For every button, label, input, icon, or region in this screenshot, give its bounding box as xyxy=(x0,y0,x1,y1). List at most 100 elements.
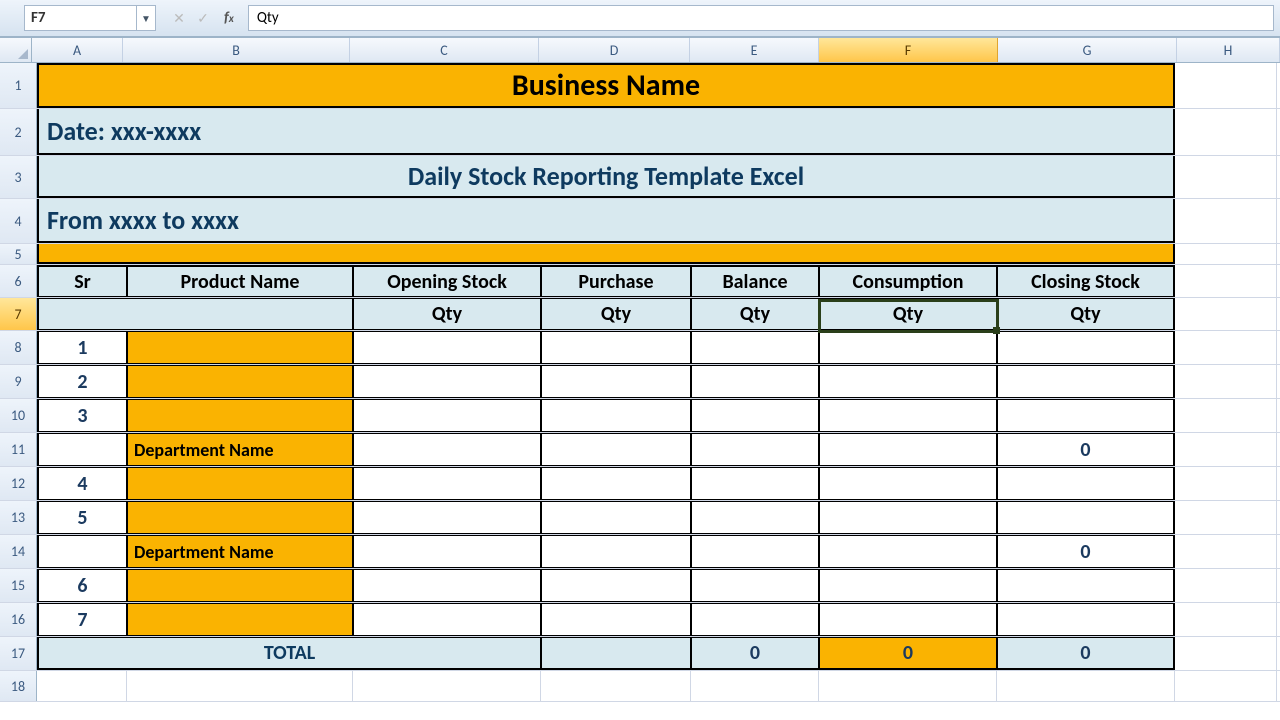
cancel-icon[interactable]: ✕ xyxy=(170,10,188,27)
cell-opening-9[interactable] xyxy=(353,365,541,398)
cell-A18[interactable] xyxy=(37,671,127,701)
cell-H15[interactable] xyxy=(1175,569,1277,602)
cell-consumption-16[interactable] xyxy=(819,603,997,636)
cell-hdr-product[interactable]: Product Name xyxy=(127,265,353,297)
cell-balance-8[interactable] xyxy=(691,331,819,364)
cell-product-12[interactable] xyxy=(127,467,353,500)
cell-H12[interactable] xyxy=(1175,467,1277,500)
cell-opening-11[interactable] xyxy=(353,433,541,466)
cell-H8[interactable] xyxy=(1175,331,1277,364)
cell-balance-13[interactable] xyxy=(691,501,819,534)
cell-opening-13[interactable] xyxy=(353,501,541,534)
cell-subhdr-blank[interactable] xyxy=(37,298,353,330)
cell-purchase-16[interactable] xyxy=(541,603,691,636)
cell-total-closing[interactable]: 0 xyxy=(997,637,1175,670)
cell-subtitle[interactable]: Daily Stock Reporting Template Excel xyxy=(37,156,1175,198)
cell-B18[interactable] xyxy=(127,671,353,701)
grid[interactable]: A B C D E F G H 1 Business Name 2 Date: … xyxy=(0,38,1280,702)
cell-purchase-11[interactable] xyxy=(541,433,691,466)
cell-H17[interactable] xyxy=(1175,637,1277,670)
cell-consumption-15[interactable] xyxy=(819,569,997,602)
col-header-H[interactable]: H xyxy=(1177,38,1280,62)
cell-hdr-sr[interactable]: Sr xyxy=(37,265,127,297)
row-header-13[interactable]: 13 xyxy=(0,501,37,534)
cell-H6[interactable] xyxy=(1175,265,1277,297)
cell-total-consumption[interactable]: 0 xyxy=(819,637,997,670)
cell-balance-9[interactable] xyxy=(691,365,819,398)
cell-opening-16[interactable] xyxy=(353,603,541,636)
cell-purchase-15[interactable] xyxy=(541,569,691,602)
cell-opening-14[interactable] xyxy=(353,535,541,568)
select-all-corner[interactable] xyxy=(0,38,32,62)
cell-purchase-9[interactable] xyxy=(541,365,691,398)
row-header-4[interactable]: 4 xyxy=(0,199,37,243)
cell-opening-15[interactable] xyxy=(353,569,541,602)
cell-H2[interactable] xyxy=(1175,109,1277,155)
cell-H3[interactable] xyxy=(1175,156,1277,198)
cell-spacer[interactable] xyxy=(37,244,1175,264)
cell-product-16[interactable] xyxy=(127,603,353,636)
cell-product-8[interactable] xyxy=(127,331,353,364)
row-header-10[interactable]: 10 xyxy=(0,399,37,432)
name-box[interactable]: F7 ▼ xyxy=(24,5,156,31)
cell-title[interactable]: Business Name xyxy=(37,63,1175,108)
cell-balance-16[interactable] xyxy=(691,603,819,636)
cell-balance-15[interactable] xyxy=(691,569,819,602)
cell-closing-16[interactable] xyxy=(997,603,1175,636)
cell-H5[interactable] xyxy=(1175,244,1277,264)
cell-product-13[interactable] xyxy=(127,501,353,534)
cell-consumption-8[interactable] xyxy=(819,331,997,364)
cell-purchase-14[interactable] xyxy=(541,535,691,568)
cell-balance-12[interactable] xyxy=(691,467,819,500)
cell-product-10[interactable] xyxy=(127,399,353,432)
cell-sr-9[interactable]: 2 xyxy=(37,365,127,398)
cell-sr-11[interactable] xyxy=(37,433,127,466)
row-header-11[interactable]: 11 xyxy=(0,433,37,466)
row-header-16[interactable]: 16 xyxy=(0,603,37,636)
cell-hdr-opening[interactable]: Opening Stock xyxy=(353,265,541,297)
cell-consumption-11[interactable] xyxy=(819,433,997,466)
row-header-5[interactable]: 5 xyxy=(0,244,37,264)
fx-icon[interactable]: fx xyxy=(224,9,234,27)
cell-hdr-balance[interactable]: Balance xyxy=(691,265,819,297)
cell-subhdr-purchase[interactable]: Qty xyxy=(541,298,691,330)
row-header-7[interactable]: 7 xyxy=(0,298,37,330)
cell-sr-13[interactable]: 5 xyxy=(37,501,127,534)
cell-purchase-10[interactable] xyxy=(541,399,691,432)
col-header-G[interactable]: G xyxy=(998,38,1177,62)
cell-total-balance[interactable]: 0 xyxy=(691,637,819,670)
row-header-1[interactable]: 1 xyxy=(0,63,37,108)
formula-input[interactable]: Qty xyxy=(248,5,1274,31)
cell-H13[interactable] xyxy=(1175,501,1277,534)
col-header-B[interactable]: B xyxy=(123,38,350,62)
cell-D18[interactable] xyxy=(541,671,691,701)
cell-closing-15[interactable] xyxy=(997,569,1175,602)
col-header-D[interactable]: D xyxy=(539,38,690,62)
cell-balance-11[interactable] xyxy=(691,433,819,466)
cell-sr-8[interactable]: 1 xyxy=(37,331,127,364)
row-header-12[interactable]: 12 xyxy=(0,467,37,500)
cell-purchase-12[interactable] xyxy=(541,467,691,500)
col-header-F[interactable]: F xyxy=(819,38,998,62)
cell-range[interactable]: From xxxx to xxxx xyxy=(37,199,1175,243)
cell-H16[interactable] xyxy=(1175,603,1277,636)
row-header-9[interactable]: 9 xyxy=(0,365,37,398)
row-header-2[interactable]: 2 xyxy=(0,109,37,155)
cell-date[interactable]: Date: xxx-xxxx xyxy=(37,109,1175,155)
cell-opening-12[interactable] xyxy=(353,467,541,500)
cell-total-label[interactable]: TOTAL xyxy=(37,637,541,670)
cell-H4[interactable] xyxy=(1175,199,1277,243)
cell-closing-12[interactable] xyxy=(997,467,1175,500)
enter-icon[interactable]: ✓ xyxy=(194,10,212,27)
cell-product-15[interactable] xyxy=(127,569,353,602)
cell-closing-9[interactable] xyxy=(997,365,1175,398)
cell-opening-10[interactable] xyxy=(353,399,541,432)
row-header-18[interactable]: 18 xyxy=(0,671,37,701)
cell-closing-8[interactable] xyxy=(997,331,1175,364)
col-header-C[interactable]: C xyxy=(350,38,539,62)
row-header-15[interactable]: 15 xyxy=(0,569,37,602)
cell-H1[interactable] xyxy=(1175,63,1277,108)
cell-hdr-closing[interactable]: Closing Stock xyxy=(997,265,1175,297)
cell-product-9[interactable] xyxy=(127,365,353,398)
cell-balance-14[interactable] xyxy=(691,535,819,568)
